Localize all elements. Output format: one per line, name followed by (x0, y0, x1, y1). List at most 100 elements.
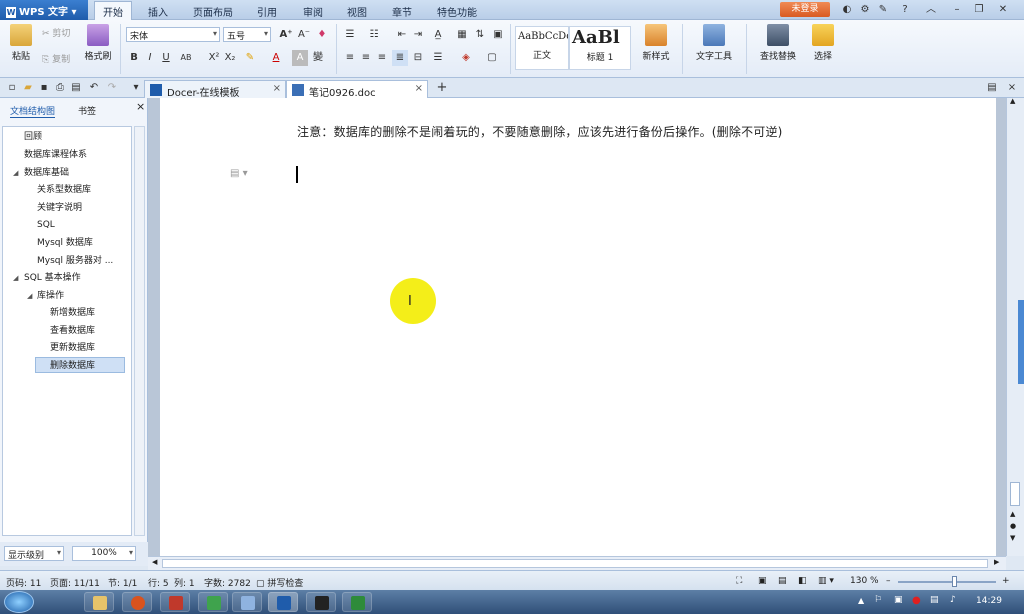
underline-button[interactable]: U (158, 50, 174, 66)
tray-expand-icon[interactable]: ▲ (858, 596, 864, 605)
scroll-right-arrow-icon[interactable]: ▶ (994, 558, 999, 566)
outline-item-selected[interactable]: 删除数据库 (35, 357, 125, 373)
zoom-in-icon[interactable]: + (1002, 576, 1010, 586)
print-preview-icon[interactable]: ▤ (68, 80, 84, 96)
web-view-icon[interactable]: ◧ (798, 576, 807, 586)
tray-volume-icon[interactable]: ♪ (950, 595, 956, 605)
decrease-indent-icon[interactable]: ⇤ (394, 27, 410, 43)
strikethrough-button[interactable]: AB (178, 50, 194, 66)
font-color-button[interactable]: A (268, 50, 284, 66)
open-folder-icon[interactable]: ▰ (20, 80, 36, 96)
h-scroll-thumb[interactable] (162, 559, 988, 568)
outline-item[interactable]: 更新数据库 (50, 340, 95, 356)
new-doc-icon[interactable]: ▫ (4, 80, 20, 96)
scroll-up-arrow-icon[interactable]: ▲ (1010, 97, 1015, 105)
close-tab-icon[interactable]: × (415, 83, 423, 94)
subscript-button[interactable]: X₂ (222, 50, 238, 66)
justify-icon[interactable]: ≣ (392, 50, 408, 66)
outline-item[interactable]: SQL 基本操作 (24, 270, 81, 286)
outline-item[interactable]: 关系型数据库 (37, 182, 91, 198)
borders-icon[interactable]: ▢ (484, 50, 500, 66)
zoom-slider-thumb[interactable] (952, 576, 957, 587)
align-center-icon[interactable]: ≡ (358, 50, 374, 66)
sort-icon[interactable]: ⇅ (472, 27, 488, 43)
page-view-icon[interactable]: ▣ (758, 576, 767, 586)
quick-access-dropdown-icon[interactable]: ▾ (128, 80, 144, 96)
font-size-select[interactable]: 五号 (223, 27, 271, 42)
italic-button[interactable]: I (142, 50, 158, 66)
select-button[interactable]: 选择 (806, 24, 840, 62)
tab-review[interactable]: 审阅 (303, 4, 323, 19)
collapse-ribbon-icon[interactable]: ︿ (924, 3, 938, 17)
tab-section[interactable]: 章节 (392, 4, 412, 19)
settings-icon[interactable]: ⚙ (858, 3, 872, 17)
new-style-button[interactable]: 新样式 (636, 24, 676, 62)
tab-special-features[interactable]: 特色功能 (437, 4, 477, 19)
skin-icon[interactable]: ◐ (840, 3, 854, 17)
minimize-button[interactable]: – (950, 3, 964, 17)
outline-item[interactable]: 新增数据库 (50, 305, 95, 321)
scroll-left-arrow-icon[interactable]: ◀ (152, 558, 157, 566)
tab-notes-doc[interactable]: 笔记0926.doc × (286, 80, 428, 99)
tab-references[interactable]: 引用 (257, 4, 277, 19)
tab-list-icon[interactable]: ▤ (984, 80, 1000, 96)
taskbar-spreadsheet[interactable] (342, 592, 372, 612)
close-tab-icon[interactable]: × (273, 83, 281, 94)
help-icon[interactable]: ? (898, 3, 912, 17)
style-heading-1[interactable]: AaBl 标题 1 (569, 26, 631, 70)
taskbar-wps-writer[interactable] (268, 592, 298, 612)
outline-level-select[interactable]: 显示级别 (4, 546, 64, 561)
outline-item[interactable]: 数据库课程体系 (24, 147, 87, 163)
tray-network-icon[interactable]: ⚐ (874, 595, 882, 605)
copy-button[interactable]: ⎘ 复制 (42, 52, 70, 65)
show-marks-icon[interactable]: ▣ (490, 27, 506, 43)
outline-scrollbar[interactable] (134, 126, 145, 536)
bullets-icon[interactable]: ☰ (342, 27, 358, 43)
shrink-font-button[interactable]: A⁻ (296, 27, 312, 43)
restore-button[interactable]: ❐ (972, 3, 986, 17)
taskbar-clock[interactable]: 14:29 (976, 596, 1002, 606)
undo-icon[interactable]: ↶ (86, 80, 102, 96)
document-page[interactable]: 注意：数据库的删除不是闹着玩的，不要随意删除，应该先进行备份后操作。(删除不可逆… (160, 98, 996, 556)
login-button[interactable]: 未登录 (780, 2, 830, 17)
collapse-triangle-icon[interactable]: ◢ (27, 292, 32, 300)
phonetic-guide-button[interactable]: 變 (310, 50, 326, 66)
spell-check-toggle[interactable]: ▢ 拼写检查 (256, 576, 303, 589)
page-up-icon[interactable]: ▲ (1010, 510, 1015, 518)
zoom-out-icon[interactable]: – (886, 576, 891, 586)
taskbar-explorer[interactable] (84, 592, 114, 612)
tray-record-icon[interactable]: ● (912, 595, 921, 606)
align-left-icon[interactable]: ≡ (342, 50, 358, 66)
text-tools-button[interactable]: 文字工具 (688, 24, 740, 62)
taskbar-browser[interactable] (122, 592, 152, 612)
start-button[interactable] (4, 591, 34, 613)
grow-font-button[interactable]: A⁺ (278, 27, 294, 43)
print-icon[interactable]: ⎙ (52, 80, 68, 96)
numbering-icon[interactable]: ☷ (366, 27, 382, 43)
collapse-triangle-icon[interactable]: ◢ (13, 274, 18, 282)
close-window-button[interactable]: ✕ (996, 3, 1010, 17)
save-icon[interactable]: ▪ (36, 80, 52, 96)
tab-bookmarks[interactable]: 书签 (78, 104, 96, 117)
taskbar-app[interactable] (160, 592, 190, 612)
line-spacing-icon[interactable]: ☰ (430, 50, 446, 66)
tab-view[interactable]: 视图 (347, 4, 367, 19)
scroll-thumb[interactable] (1010, 482, 1020, 506)
outline-item[interactable]: SQL (37, 217, 55, 233)
zoom-slider[interactable] (898, 581, 996, 583)
table-icon[interactable]: ▦ (454, 27, 470, 43)
outline-item[interactable]: Mysql 服务器对 ... (37, 253, 113, 269)
close-doc-icon[interactable]: × (1004, 80, 1020, 96)
outline-item[interactable]: 查看数据库 (50, 323, 95, 339)
taskbar-app[interactable] (198, 592, 228, 612)
tools-icon[interactable]: ✎ (876, 3, 890, 17)
outline-item[interactable]: 数据库基础 (24, 165, 69, 181)
text-direction-icon[interactable]: A̲ (430, 27, 446, 43)
collapse-triangle-icon[interactable]: ◢ (13, 169, 18, 177)
status-word-count[interactable]: 字数: 2782 (204, 576, 251, 589)
clear-format-icon[interactable]: ♦ (314, 27, 330, 43)
tab-document-map[interactable]: 文档结构图 (10, 104, 56, 118)
paragraph-handle-icon[interactable]: ▤ ▾ (230, 168, 248, 179)
shading-icon[interactable]: ◈ (458, 50, 474, 66)
highlight-color-icon[interactable]: ✎ (242, 50, 258, 66)
